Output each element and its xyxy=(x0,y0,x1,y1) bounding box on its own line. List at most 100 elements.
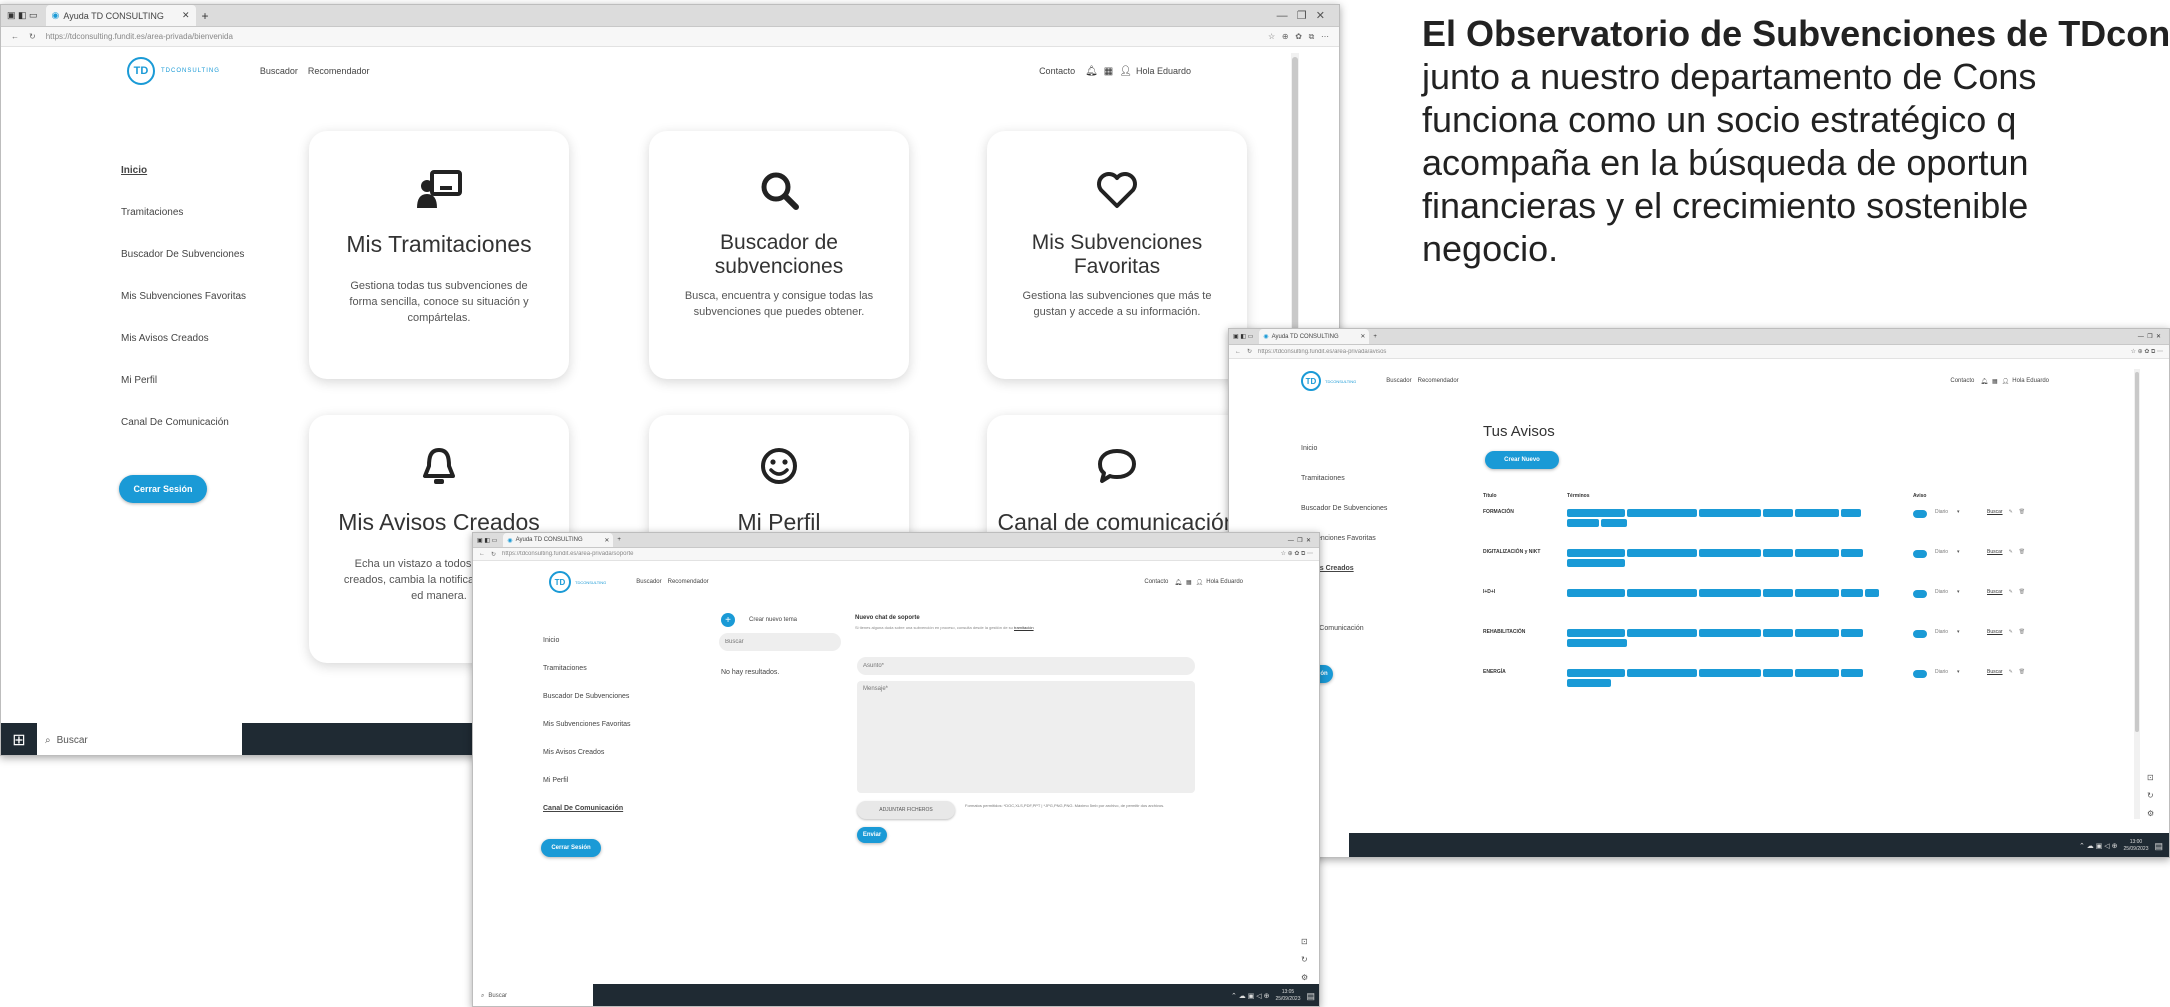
search-alert-link[interactable]: Buscar xyxy=(1987,509,2003,515)
url-text[interactable]: https://tdconsulting.fundit.es/area-priv… xyxy=(502,551,1281,557)
nav-link-buscador[interactable]: Buscador xyxy=(1386,378,1411,384)
grid-icon[interactable]: ▦ xyxy=(1186,579,1192,586)
sidebar-item-tramitaciones[interactable]: Tramitaciones xyxy=(543,665,631,693)
bell-icon[interactable]: 🔔︎ xyxy=(1980,378,1988,385)
term-chip[interactable] xyxy=(1763,589,1793,597)
subject-input[interactable] xyxy=(857,657,1195,675)
search-alert-link[interactable]: Buscar xyxy=(1987,589,2003,595)
term-chip[interactable] xyxy=(1795,669,1839,677)
term-chip[interactable] xyxy=(1699,549,1761,557)
term-chip[interactable] xyxy=(1567,679,1611,687)
term-chip[interactable] xyxy=(1795,509,1839,517)
edit-icon[interactable]: ✎ xyxy=(2009,509,2013,515)
browser-tab[interactable]: ◉ Ayuda TD CONSULTING ✕ xyxy=(1259,329,1370,344)
back-icon[interactable]: ← xyxy=(1235,349,1241,355)
new-chat-row[interactable]: + Crear nuevo tema xyxy=(721,613,797,627)
taskbar-search[interactable]: ⌕ Buscar xyxy=(473,984,593,1006)
user-greeting[interactable]: Hola Eduardo xyxy=(2012,378,2049,384)
sidebar-item-inicio[interactable]: Inicio xyxy=(121,165,246,207)
term-chip[interactable] xyxy=(1627,509,1697,517)
chevron-down-icon[interactable]: ▾ xyxy=(1957,509,1987,515)
search-alert-link[interactable]: Buscar xyxy=(1987,629,2003,635)
brand-logo[interactable]: TD xyxy=(549,571,571,593)
sidebar-item-buscador[interactable]: Buscador De Subvenciones xyxy=(121,249,246,291)
nav-link-recomendador[interactable]: Recomendador xyxy=(1418,378,1459,384)
alert-toggle[interactable] xyxy=(1913,590,1927,598)
term-chip[interactable] xyxy=(1841,509,1861,517)
reload-icon[interactable]: ↻ xyxy=(491,551,496,558)
term-chip[interactable] xyxy=(1841,549,1863,557)
nav-link-recomendador[interactable]: Recomendador xyxy=(308,66,370,76)
alert-toggle[interactable] xyxy=(1913,510,1927,518)
term-chip[interactable] xyxy=(1699,509,1761,517)
browser-toolbar-icon[interactable]: ☆ ⊕ ✿ ⧉ ⋯ xyxy=(1268,32,1329,42)
sidebar-item-tramitaciones[interactable]: Tramitaciones xyxy=(1301,475,1387,505)
windows-start-icon[interactable]: ⊞ xyxy=(1,730,37,750)
term-chip[interactable] xyxy=(1763,629,1793,637)
edit-icon[interactable]: ✎ xyxy=(2009,549,2013,555)
url-text[interactable]: https://tdconsulting.fundit.es/area-priv… xyxy=(46,32,1268,41)
term-chip[interactable] xyxy=(1627,549,1697,557)
browser-tab[interactable]: ◉ Ayuda TD CONSULTING ✕ xyxy=(503,533,614,547)
reload-icon[interactable]: ↻ xyxy=(1247,348,1252,355)
alert-toggle[interactable] xyxy=(1913,550,1927,558)
chevron-down-icon[interactable]: ▾ xyxy=(1957,669,1987,675)
term-chip[interactable] xyxy=(1567,589,1625,597)
term-chip[interactable] xyxy=(1627,669,1697,677)
term-chip[interactable] xyxy=(1699,669,1761,677)
bell-icon[interactable]: 🔔︎ xyxy=(1174,579,1182,586)
system-tray-icon[interactable]: ⌃ ☁ ▣ ◁ ⊕ xyxy=(1231,992,1270,1000)
delete-icon[interactable]: 🗑︎ xyxy=(2019,549,2025,555)
chevron-down-icon[interactable]: ▾ xyxy=(1957,629,1987,635)
scrollbar[interactable] xyxy=(2134,369,2140,819)
term-chip[interactable] xyxy=(1627,629,1697,637)
bell-icon[interactable]: 🔔︎ xyxy=(1085,66,1098,77)
system-tray-icon[interactable]: ⌃ ☁ ▣ ◁ ⊕ xyxy=(2079,842,2118,850)
sidebar-item-inicio[interactable]: Inicio xyxy=(1301,445,1387,475)
alert-toggle[interactable] xyxy=(1913,670,1927,678)
edit-icon[interactable]: ✎ xyxy=(2009,629,2013,635)
close-icon[interactable]: ✕ xyxy=(604,537,609,544)
taskbar-search[interactable]: ⌕ Buscar xyxy=(37,723,242,755)
scrollbar-thumb[interactable] xyxy=(2135,372,2139,732)
grid-icon[interactable]: ▦ xyxy=(1104,66,1113,77)
chat-search-input[interactable] xyxy=(719,633,841,651)
term-chip[interactable] xyxy=(1567,509,1625,517)
term-chip[interactable] xyxy=(1627,589,1697,597)
search-alert-link[interactable]: Buscar xyxy=(1987,549,2003,555)
sidebar-item-avisos[interactable]: Mis Avisos Creados xyxy=(121,333,246,375)
chevron-down-icon[interactable]: ▾ xyxy=(1957,589,1987,595)
window-control-icon[interactable]: ▣ ◧ ▭ xyxy=(7,10,38,21)
card-tramitaciones[interactable]: Mis Tramitaciones Gestiona todas tus sub… xyxy=(309,131,569,379)
logout-button[interactable]: Cerrar Sesión xyxy=(119,475,207,503)
term-chip[interactable] xyxy=(1601,519,1627,527)
term-chip[interactable] xyxy=(1567,519,1599,527)
card-buscador[interactable]: Buscador de subvenciones Busca, encuentr… xyxy=(649,131,909,379)
grid-icon[interactable]: ▦ xyxy=(1992,378,1998,385)
term-chip[interactable] xyxy=(1795,549,1839,557)
term-chip[interactable] xyxy=(1567,669,1625,677)
term-chip[interactable] xyxy=(1567,559,1625,567)
side-controls-icon[interactable]: ⊡ ↻ ⚙ xyxy=(1301,933,1308,987)
new-tab-icon[interactable]: + xyxy=(1373,334,1377,340)
side-controls-icon[interactable]: ⊡ ↻ ⚙ xyxy=(2147,769,2154,823)
sidebar-item-avisos[interactable]: Mis Avisos Creados xyxy=(543,749,631,777)
browser-toolbar-icon[interactable]: ☆ ⊕ ✿ ⧉ ⋯ xyxy=(2131,348,2163,356)
delete-icon[interactable]: 🗑︎ xyxy=(2019,509,2025,515)
brand-logo[interactable]: TD xyxy=(127,57,155,85)
clock[interactable]: 13:05 25/09/2023 xyxy=(1275,989,1300,1003)
message-textarea[interactable] xyxy=(857,681,1195,793)
contact-link[interactable]: Contacto xyxy=(1039,66,1075,76)
send-button[interactable]: Enviar xyxy=(857,827,887,843)
back-icon[interactable]: ← xyxy=(11,32,19,41)
reload-icon[interactable]: ↻ xyxy=(29,32,36,41)
term-chip[interactable] xyxy=(1865,589,1879,597)
frequency-select[interactable]: Diario xyxy=(1935,629,1957,635)
logout-button[interactable]: Cerrar Sesión xyxy=(541,839,601,857)
term-chip[interactable] xyxy=(1795,629,1839,637)
user-greeting[interactable]: Hola Eduardo xyxy=(1206,579,1243,585)
nav-link-buscador[interactable]: Buscador xyxy=(260,66,298,76)
term-chip[interactable] xyxy=(1763,669,1793,677)
back-icon[interactable]: ← xyxy=(479,551,485,557)
browser-tab[interactable]: ◉ Ayuda TD CONSULTING ✕ xyxy=(45,5,196,26)
